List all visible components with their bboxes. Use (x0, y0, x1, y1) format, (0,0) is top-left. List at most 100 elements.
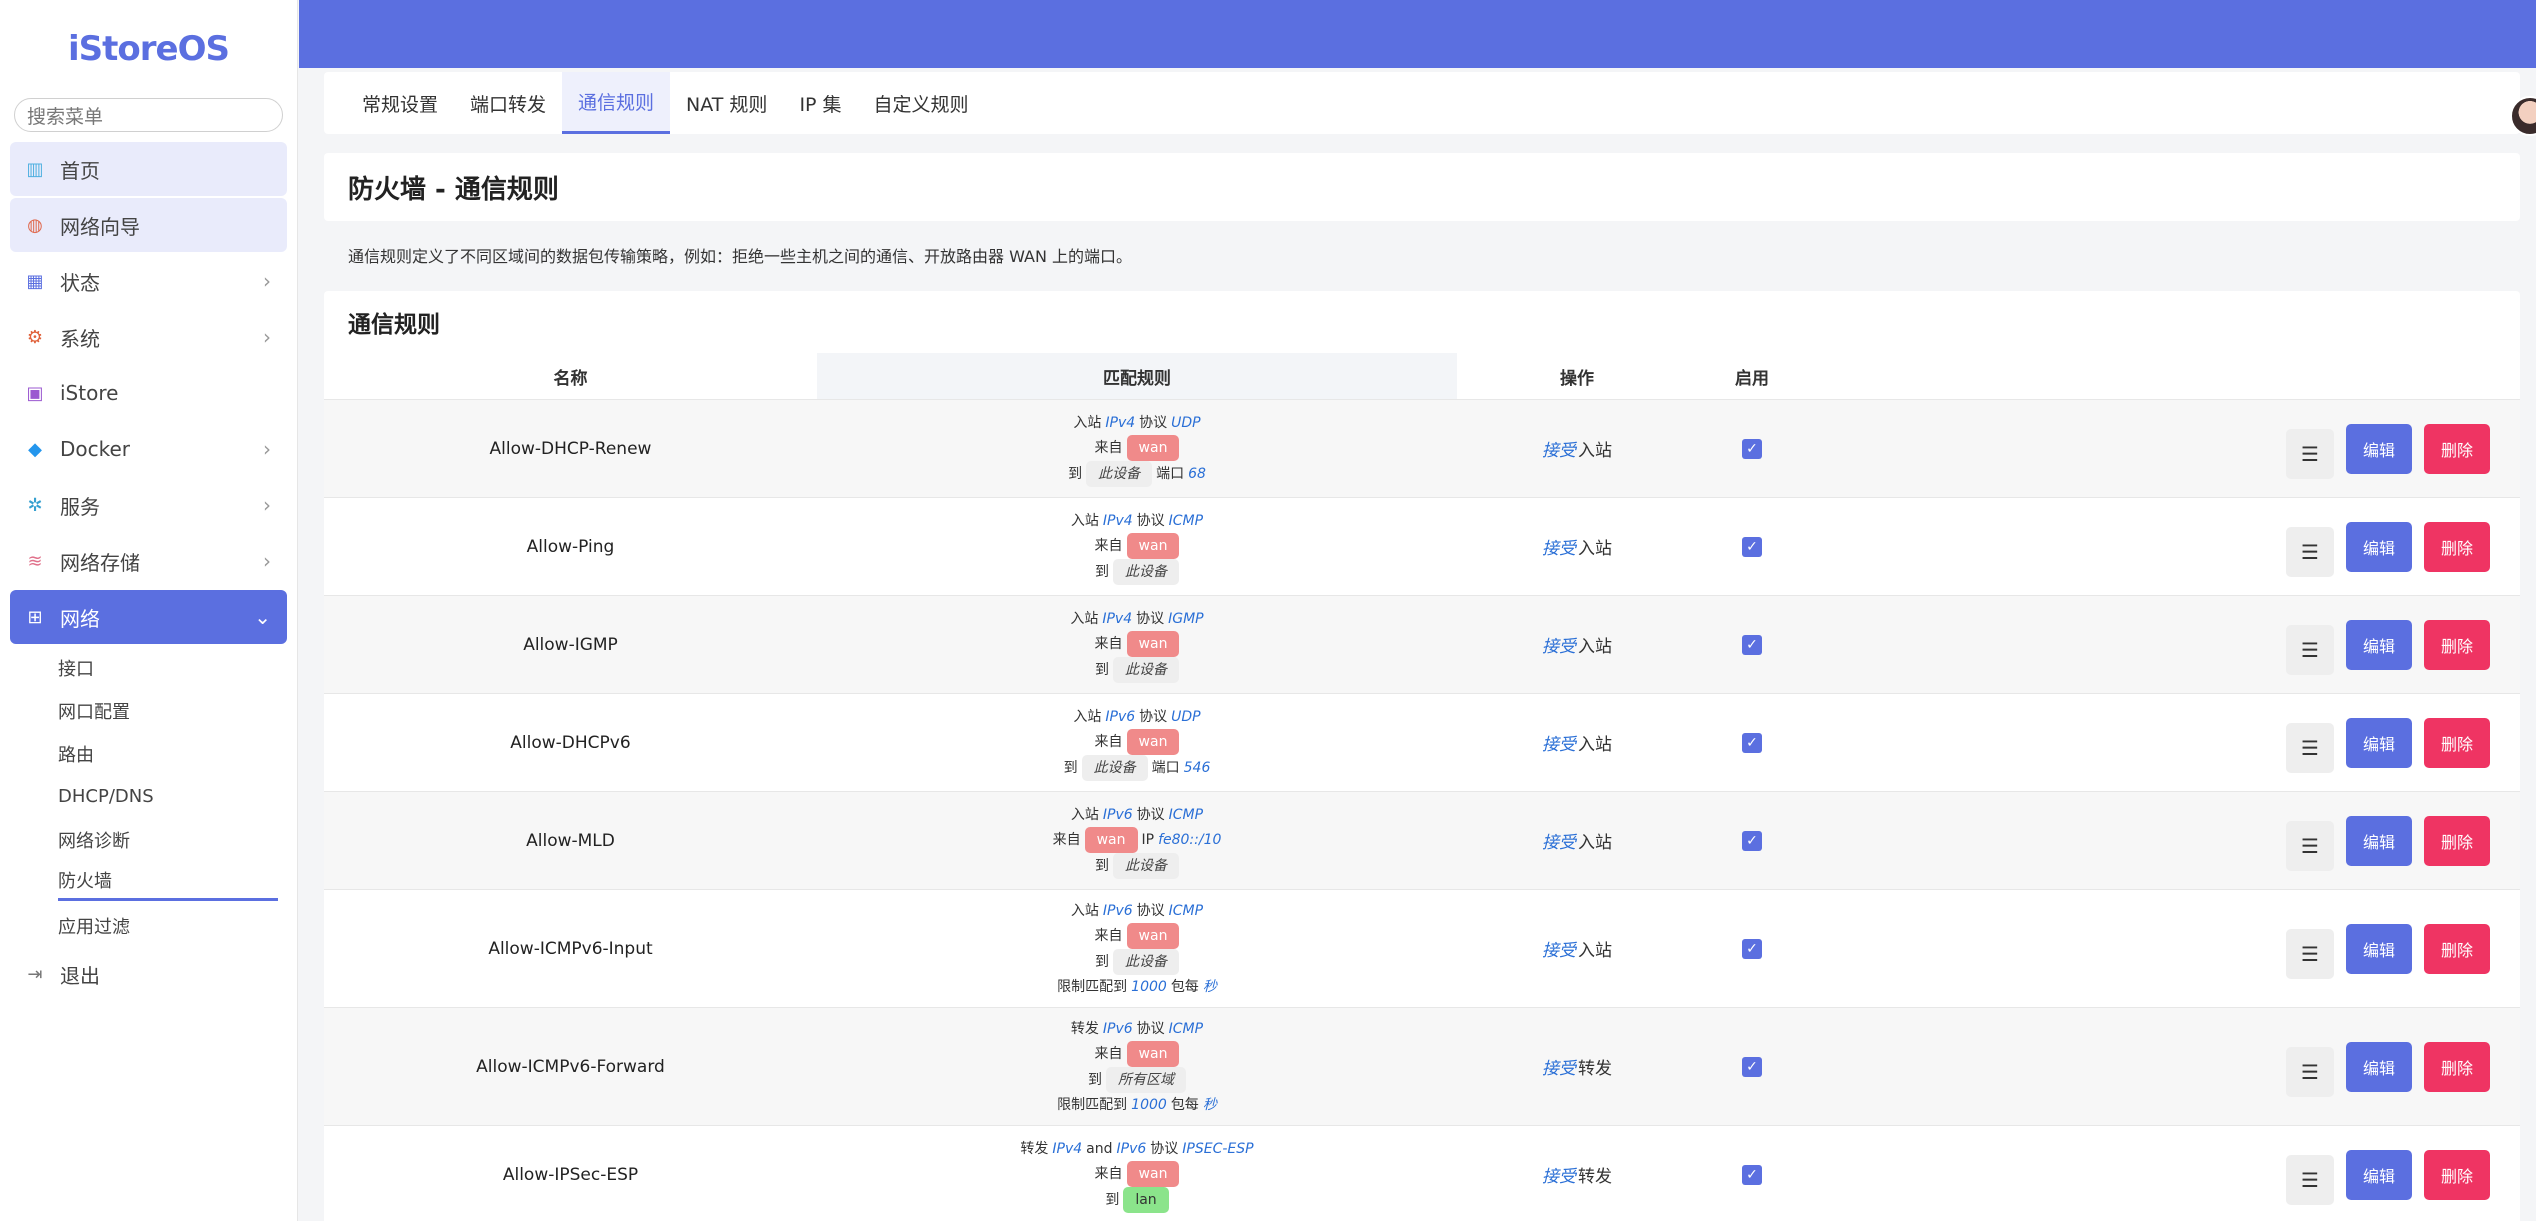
protocol-label: 协议 (1136, 512, 1165, 529)
edit-button[interactable]: 编辑 (2346, 1149, 2412, 1200)
delete-button[interactable]: 删除 (2424, 815, 2490, 866)
sidebar-item-label: 首页 (60, 158, 100, 183)
drag-handle-button[interactable]: ☰ (2286, 526, 2334, 577)
drag-handle-button[interactable]: ☰ (2286, 1154, 2334, 1205)
enabled-checkbox[interactable]: ✓ (1742, 1056, 1762, 1077)
edit-button[interactable]: 编辑 (2346, 521, 2412, 572)
search-input[interactable]: 搜索菜单 (14, 98, 283, 132)
enabled-checkbox[interactable]: ✓ (1742, 536, 1762, 557)
sidebar-item-home[interactable]: ▥ 首页 (10, 142, 287, 196)
drag-handle-button[interactable]: ☰ (2286, 428, 2334, 479)
edit-button[interactable]: 编辑 (2346, 1041, 2412, 1092)
sidebar-item-services[interactable]: ✲ 服务 › (10, 478, 287, 532)
match-line: 到此设备 (1095, 656, 1179, 683)
tab-custom-rules[interactable]: 自定义规则 (858, 72, 985, 134)
sidebar-item-label: 系统 (60, 326, 100, 351)
delete-button[interactable]: 删除 (2424, 521, 2490, 572)
submenu-item-interfaces[interactable]: 接口 (58, 646, 297, 689)
limit-label: 限制匹配到 (1057, 1096, 1128, 1113)
direction-text: 转发 (1020, 1140, 1049, 1157)
tab-general[interactable]: 常规设置 (346, 72, 454, 134)
delete-button[interactable]: 删除 (2424, 1149, 2490, 1200)
limit-text: 1000 (1131, 978, 1167, 995)
destination-badge: 此设备 (1113, 948, 1179, 975)
sidebar-item-istore[interactable]: ▣ iStore (10, 366, 287, 420)
tab-traffic-rules[interactable]: 通信规则 (562, 72, 671, 134)
tab-ip-sets[interactable]: IP 集 (783, 72, 857, 134)
delete-button[interactable]: 删除 (2424, 717, 2490, 768)
edit-button[interactable]: 编辑 (2346, 619, 2412, 670)
drag-handle-button[interactable]: ☰ (2286, 722, 2334, 773)
submenu-item-diagnostics[interactable]: 网络诊断 (58, 818, 297, 861)
sidebar-item-system[interactable]: ⚙ 系统 › (10, 310, 287, 364)
edit-button[interactable]: 编辑 (2346, 423, 2412, 474)
enabled-checkbox[interactable]: ✓ (1742, 1164, 1762, 1185)
rule-name: Allow-ICMPv6-Input (488, 938, 653, 959)
match-line: 入站 IPv6 协议 UDP (1073, 705, 1200, 729)
enabled-cell: ✓ (1697, 400, 1807, 497)
edit-button[interactable]: 编辑 (2346, 923, 2412, 974)
network-submenu: 接口 网口配置 路由 DHCP/DNS 网络诊断 防火墙 应用过滤 (0, 646, 297, 947)
match-line: 来自 wan (1095, 630, 1180, 657)
zone-badge: wan (1126, 434, 1180, 461)
enabled-checkbox[interactable]: ✓ (1742, 634, 1762, 655)
protocol-text: IGMP (1168, 610, 1204, 627)
sidebar-item-status[interactable]: ▦ 状态 › (10, 254, 287, 308)
delete-button[interactable]: 删除 (2424, 619, 2490, 670)
column-header-enabled: 启用 (1735, 368, 1769, 389)
tab-nat-rules[interactable]: NAT 规则 (670, 72, 783, 134)
chevron-right-icon: › (263, 437, 271, 461)
row-actions: ☰ 编辑 删除 (1807, 498, 2520, 595)
sidebar-item-wizard[interactable]: ◍ 网络向导 (10, 198, 287, 252)
drag-handle-button[interactable]: ☰ (2286, 624, 2334, 675)
protocol-text: UDP (1171, 708, 1201, 725)
delete-button[interactable]: 删除 (2424, 923, 2490, 974)
enabled-cell: ✓ (1697, 792, 1807, 889)
tab-port-forward[interactable]: 端口转发 (454, 72, 562, 134)
top-header-bar (299, 0, 2536, 68)
match-line: 到 lan (1105, 1186, 1169, 1213)
enabled-cell: ✓ (1697, 596, 1807, 693)
enabled-checkbox[interactable]: ✓ (1742, 438, 1762, 459)
to-label: 到 (1068, 465, 1083, 482)
edit-button[interactable]: 编辑 (2346, 815, 2412, 866)
action-em: 接受 (1542, 539, 1576, 559)
to-label: 到 (1095, 953, 1109, 970)
services-icon: ✲ (27, 494, 43, 516)
delete-button[interactable]: 删除 (2424, 423, 2490, 474)
rule-action: 接受 转发 (1457, 1126, 1697, 1221)
sidebar-item-logout[interactable]: ⇥ 退出 (10, 947, 287, 1001)
zone-badge: wan (1126, 1160, 1180, 1187)
match-rule: 入站 IPv6 协议 UDP 来自 wan 到此设备 端口 546 (817, 694, 1457, 791)
submenu-item-ports[interactable]: 网口配置 (58, 689, 297, 732)
to-label: 到 (1095, 661, 1109, 678)
enabled-checkbox[interactable]: ✓ (1742, 938, 1762, 959)
drag-handle-button[interactable]: ☰ (2286, 820, 2334, 871)
submenu-item-routes[interactable]: 路由 (58, 732, 297, 775)
match-rule: 入站 IPv4 协议 IGMP 来自 wan 到此设备 (817, 596, 1457, 693)
drag-handle-button[interactable]: ☰ (2286, 1046, 2334, 1097)
match-line: 转发 IPv4 and IPv6 协议 IPSEC-ESP (1020, 1137, 1253, 1161)
from-label: 来自 (1094, 1165, 1123, 1182)
sidebar-item-docker[interactable]: ◆ Docker › (10, 422, 287, 476)
match-line: 来自 wan (1095, 532, 1180, 559)
action-text: 入站 (1578, 941, 1612, 961)
submenu-item-firewall[interactable]: 防火墙 (58, 861, 278, 901)
edit-button[interactable]: 编辑 (2346, 717, 2412, 768)
sidebar-item-storage[interactable]: ≋ 网络存储 › (10, 534, 287, 588)
family-text: IPv4 (1105, 414, 1136, 431)
enabled-checkbox[interactable]: ✓ (1742, 830, 1762, 851)
rule-action: 接受 入站 (1457, 400, 1697, 497)
direction-text: 入站 (1073, 414, 1102, 431)
submenu-item-app-filter[interactable]: 应用过滤 (58, 904, 297, 947)
protocol-label: 协议 (1136, 902, 1165, 919)
enabled-checkbox[interactable]: ✓ (1742, 732, 1762, 753)
match-line: 入站 IPv6 协议 ICMP (1071, 803, 1203, 827)
drag-handle-button[interactable]: ☰ (2286, 928, 2334, 979)
sidebar-item-network[interactable]: ⊞ 网络 ⌄ (10, 590, 287, 644)
home-icon: ▥ (26, 158, 44, 180)
submenu-item-dhcp-dns[interactable]: DHCP/DNS (58, 775, 297, 818)
to-label: 到 (1095, 563, 1109, 580)
delete-button[interactable]: 删除 (2424, 1041, 2490, 1092)
gear-icon: ⚙ (26, 326, 44, 348)
